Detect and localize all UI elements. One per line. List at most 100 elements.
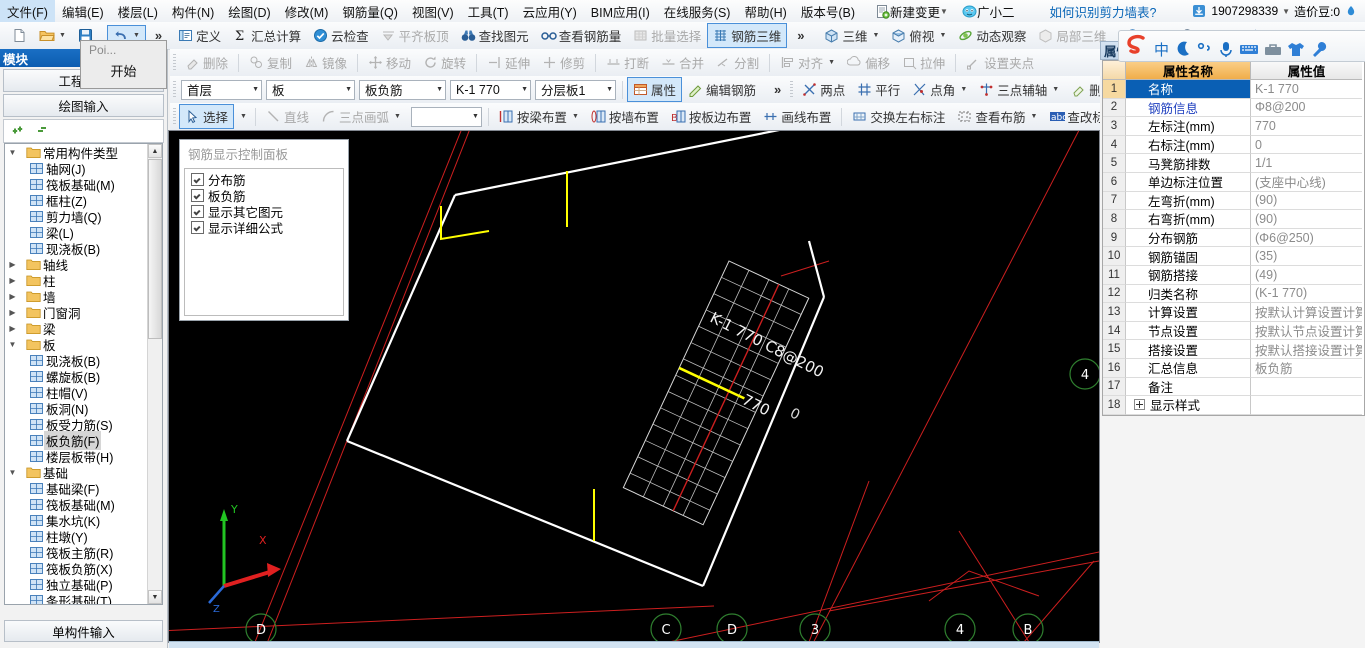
property-row[interactable]: 4 右标注(mm) 0 bbox=[1103, 135, 1364, 155]
drawing-canvas[interactable]: Y X Z DCD 34B 4 K-1 770 C8@200 770 0 钢筋显… bbox=[169, 131, 1099, 642]
layer-select[interactable]: 分层板1 ▼ bbox=[535, 79, 616, 100]
floor-select[interactable]: 首层 ▼ bbox=[181, 79, 262, 100]
chevron-down-icon[interactable]: ▼ bbox=[430, 86, 443, 93]
toolbar-overflow-mid[interactable]: » bbox=[791, 28, 810, 43]
property-row[interactable]: 18 显示样式 bbox=[1103, 396, 1364, 415]
toolbox-icon[interactable] bbox=[1263, 39, 1283, 55]
property-row[interactable]: 8 右弯折(mm) (90) bbox=[1103, 210, 1364, 229]
property-value-cell[interactable]: 按默认搭接设置计算 bbox=[1251, 340, 1362, 359]
property-name-cell[interactable]: 名称 bbox=[1126, 80, 1251, 99]
offset-button[interactable]: 偏移 bbox=[841, 50, 896, 75]
chevron-down-icon[interactable]: ▼ bbox=[828, 59, 835, 66]
canvas-horizontal-scrollbar[interactable] bbox=[169, 641, 1099, 648]
component-name-select[interactable]: K-1 770 ▼ bbox=[450, 79, 531, 100]
component-category-select[interactable]: 板 ▼ bbox=[266, 79, 355, 100]
menu-overflow-button[interactable]: » bbox=[1359, 4, 1365, 19]
toolbar-grip-2[interactable] bbox=[173, 53, 176, 72]
property-value-cell[interactable]: 770 bbox=[1251, 117, 1362, 136]
property-name-cell[interactable]: 左标注(mm) bbox=[1126, 117, 1251, 136]
extend-button[interactable]: 延伸 bbox=[481, 50, 536, 75]
chevron-down-icon[interactable]: ▼ bbox=[59, 32, 66, 39]
property-row[interactable]: 5 马凳筋排数 1/1 bbox=[1103, 154, 1364, 173]
tree-item[interactable]: 剪力墙(Q) bbox=[5, 208, 148, 225]
property-name-cell[interactable]: 汇总信息 bbox=[1126, 358, 1251, 378]
tree-item[interactable]: ▶ 梁 bbox=[5, 320, 148, 337]
property-value-cell[interactable]: (支座中心线) bbox=[1251, 172, 1362, 192]
property-grid[interactable]: 属性名称 属性值 1 名称 K-1 770 2 钢筋信息 Φ8@200 3 左标注(mm) 77… bbox=[1102, 60, 1365, 416]
property-name-cell[interactable]: 分布钢筋 bbox=[1126, 228, 1251, 248]
trim-button[interactable]: 修剪 bbox=[536, 50, 591, 75]
chevron-right-icon[interactable]: ▶ bbox=[7, 260, 18, 269]
rebar-option-row[interactable]: 显示详细公式 bbox=[191, 219, 343, 236]
scrollbar-thumb[interactable] bbox=[148, 159, 162, 339]
place-by-line-button[interactable]: 画线布置 bbox=[757, 104, 837, 129]
tree-item[interactable]: 条形基础(T) bbox=[5, 592, 148, 604]
promo-link[interactable]: 如何识别剪力墙表? bbox=[1049, 2, 1156, 21]
voice-input-icon[interactable] bbox=[1217, 39, 1235, 57]
select-button[interactable]: 选择 bbox=[179, 104, 235, 129]
move-button[interactable]: 移动 bbox=[362, 50, 417, 75]
soft-keyboard-icon[interactable] bbox=[1238, 39, 1260, 54]
property-name-cell[interactable]: 节点设置 bbox=[1126, 321, 1251, 341]
start-popup[interactable]: Poi... 开始 bbox=[80, 40, 167, 89]
menu-item-file[interactable]: 文件(F) bbox=[0, 0, 55, 23]
property-name-cell[interactable]: 单边标注位置 bbox=[1126, 172, 1251, 192]
menu-item-bim-apps[interactable]: BIM应用(I) bbox=[584, 0, 657, 23]
property-name-cell[interactable]: 搭接设置 bbox=[1126, 340, 1251, 359]
property-name-cell[interactable]: 计算设置 bbox=[1126, 303, 1251, 322]
skin-icon[interactable] bbox=[1286, 39, 1306, 56]
property-row[interactable]: 13 计算设置 按默认计算设置计算 bbox=[1103, 303, 1364, 322]
tree-item[interactable]: ▶ 轴线 bbox=[5, 256, 148, 273]
parallel-axis-button[interactable]: 平行 bbox=[851, 77, 906, 102]
chevron-down-icon[interactable]: ▼ bbox=[960, 86, 967, 93]
ime-toolbar[interactable]: 中 bbox=[1118, 30, 1365, 62]
split-button[interactable]: 分割 bbox=[710, 50, 765, 75]
chevron-right-icon[interactable]: ▶ bbox=[7, 324, 18, 333]
summary-calc-button[interactable]: Σ 汇总计算 bbox=[227, 23, 307, 48]
property-row[interactable]: 10 钢筋锚固 (35) bbox=[1103, 247, 1364, 266]
cloud-check-button[interactable]: 云检查 bbox=[307, 23, 375, 48]
chevron-down-icon[interactable]: ▼ bbox=[7, 468, 18, 477]
tree-item[interactable]: ▶ 门窗洞 bbox=[5, 304, 148, 321]
chevron-down-icon[interactable]: ▼ bbox=[466, 113, 479, 120]
property-row[interactable]: 9 分布钢筋 (Φ6@250) bbox=[1103, 228, 1364, 248]
copy-button[interactable]: 复制 bbox=[243, 50, 298, 75]
property-row[interactable]: 6 单边标注位置 (支座中心线) bbox=[1103, 172, 1364, 192]
property-value-cell[interactable]: Φ8@200 bbox=[1251, 98, 1362, 118]
property-row[interactable]: 14 节点设置 按默认节点设置计算 bbox=[1103, 321, 1364, 341]
drawing-input-button[interactable]: 绘图输入 bbox=[3, 94, 164, 117]
place-by-slab-edge-button[interactable]: B 按板边布置 bbox=[665, 104, 758, 129]
property-row[interactable]: 15 搭接设置 按默认搭接设置计算 bbox=[1103, 340, 1364, 359]
property-name-cell[interactable]: 右弯折(mm) bbox=[1126, 210, 1251, 229]
property-value-cell[interactable]: 1/1 bbox=[1251, 154, 1362, 173]
menu-item-component[interactable]: 构件(N) bbox=[165, 0, 221, 23]
property-value-cell[interactable]: 按默认节点设置计算 bbox=[1251, 321, 1362, 341]
point-angle-button[interactable]: 点角 ▼ bbox=[906, 77, 973, 102]
menu-item-help[interactable]: 帮助(H) bbox=[737, 0, 793, 23]
property-value-cell[interactable]: 板负筋 bbox=[1251, 358, 1362, 378]
property-row[interactable]: 3 左标注(mm) 770 bbox=[1103, 117, 1364, 136]
property-value-cell[interactable]: (35) bbox=[1251, 247, 1362, 266]
rotate-button[interactable]: 旋转 bbox=[417, 50, 472, 75]
property-value-cell[interactable]: (90) bbox=[1251, 191, 1362, 211]
define-button[interactable]: 定义 bbox=[172, 23, 227, 48]
tree-item[interactable]: ▶ 柱 bbox=[5, 272, 148, 289]
chevron-down-icon[interactable]: ▼ bbox=[133, 32, 140, 39]
property-name-cell[interactable]: 右标注(mm) bbox=[1126, 135, 1251, 155]
toolbar-grip-4[interactable] bbox=[173, 107, 176, 126]
toolbar-grip-3b[interactable] bbox=[790, 80, 794, 99]
property-value-cell[interactable]: (90) bbox=[1251, 210, 1362, 229]
property-name-cell[interactable]: 钢筋锚固 bbox=[1126, 247, 1251, 266]
add-component-icon[interactable] bbox=[12, 124, 27, 139]
tree-item[interactable]: 现浇板(B) bbox=[5, 240, 148, 257]
menu-item-edit[interactable]: 编辑(E) bbox=[55, 0, 111, 23]
property-name-cell[interactable]: 归类名称 bbox=[1126, 284, 1251, 304]
view-rebar-layout-button[interactable]: 查看布筋 ▼ bbox=[951, 104, 1043, 129]
sogou-logo-icon[interactable] bbox=[1123, 34, 1149, 58]
new-file-button[interactable] bbox=[6, 25, 33, 46]
properties-button[interactable]: 属性 bbox=[627, 77, 683, 102]
property-value-cell[interactable]: (K-1 770) bbox=[1251, 284, 1362, 304]
menu-item-view[interactable]: 视图(V) bbox=[405, 0, 461, 23]
property-value-cell[interactable]: K-1 770 bbox=[1251, 80, 1362, 99]
property-value-cell[interactable] bbox=[1251, 377, 1362, 397]
